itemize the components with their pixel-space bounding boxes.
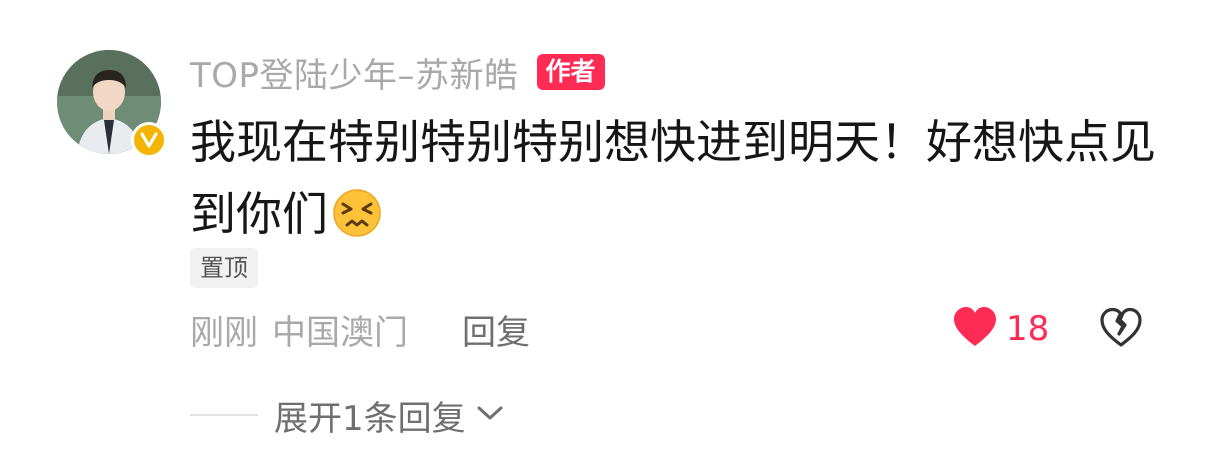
verified-v-icon: [131, 122, 167, 158]
author-badge: 作者: [536, 54, 605, 90]
like-button[interactable]: 18: [952, 304, 1049, 354]
reply-button[interactable]: 回复: [462, 305, 530, 354]
expand-replies-button[interactable]: 展开1条回复: [190, 390, 504, 440]
expand-divider: [190, 414, 258, 416]
pinned-tag: 置顶: [190, 248, 258, 288]
comment-meta: 刚刚 中国澳门 回复: [190, 304, 530, 354]
chevron-down-icon: [476, 404, 504, 426]
username-row: TOP登陆少年–苏新皓 作者: [190, 48, 605, 97]
ip-location: 中国澳门: [272, 312, 408, 353]
comment-text: 我现在特别特别特别想快进到明天！好想快点见到你们: [190, 106, 1170, 258]
confounded-face-emoji-icon: [332, 186, 382, 258]
avatar-container[interactable]: [57, 50, 167, 158]
expand-replies-label: 展开1条回复: [274, 398, 466, 439]
comment-item: TOP登陆少年–苏新皓 作者 我现在特别特别特别想快进到明天！好想快点见到你们 …: [0, 0, 1206, 455]
like-count: 18: [1006, 309, 1050, 349]
username[interactable]: TOP登陆少年–苏新皓: [190, 48, 519, 97]
heart-icon: [952, 306, 998, 352]
timestamp: 刚刚: [190, 312, 258, 353]
dislike-button[interactable]: [1096, 304, 1146, 354]
broken-heart-icon: [1099, 307, 1143, 351]
